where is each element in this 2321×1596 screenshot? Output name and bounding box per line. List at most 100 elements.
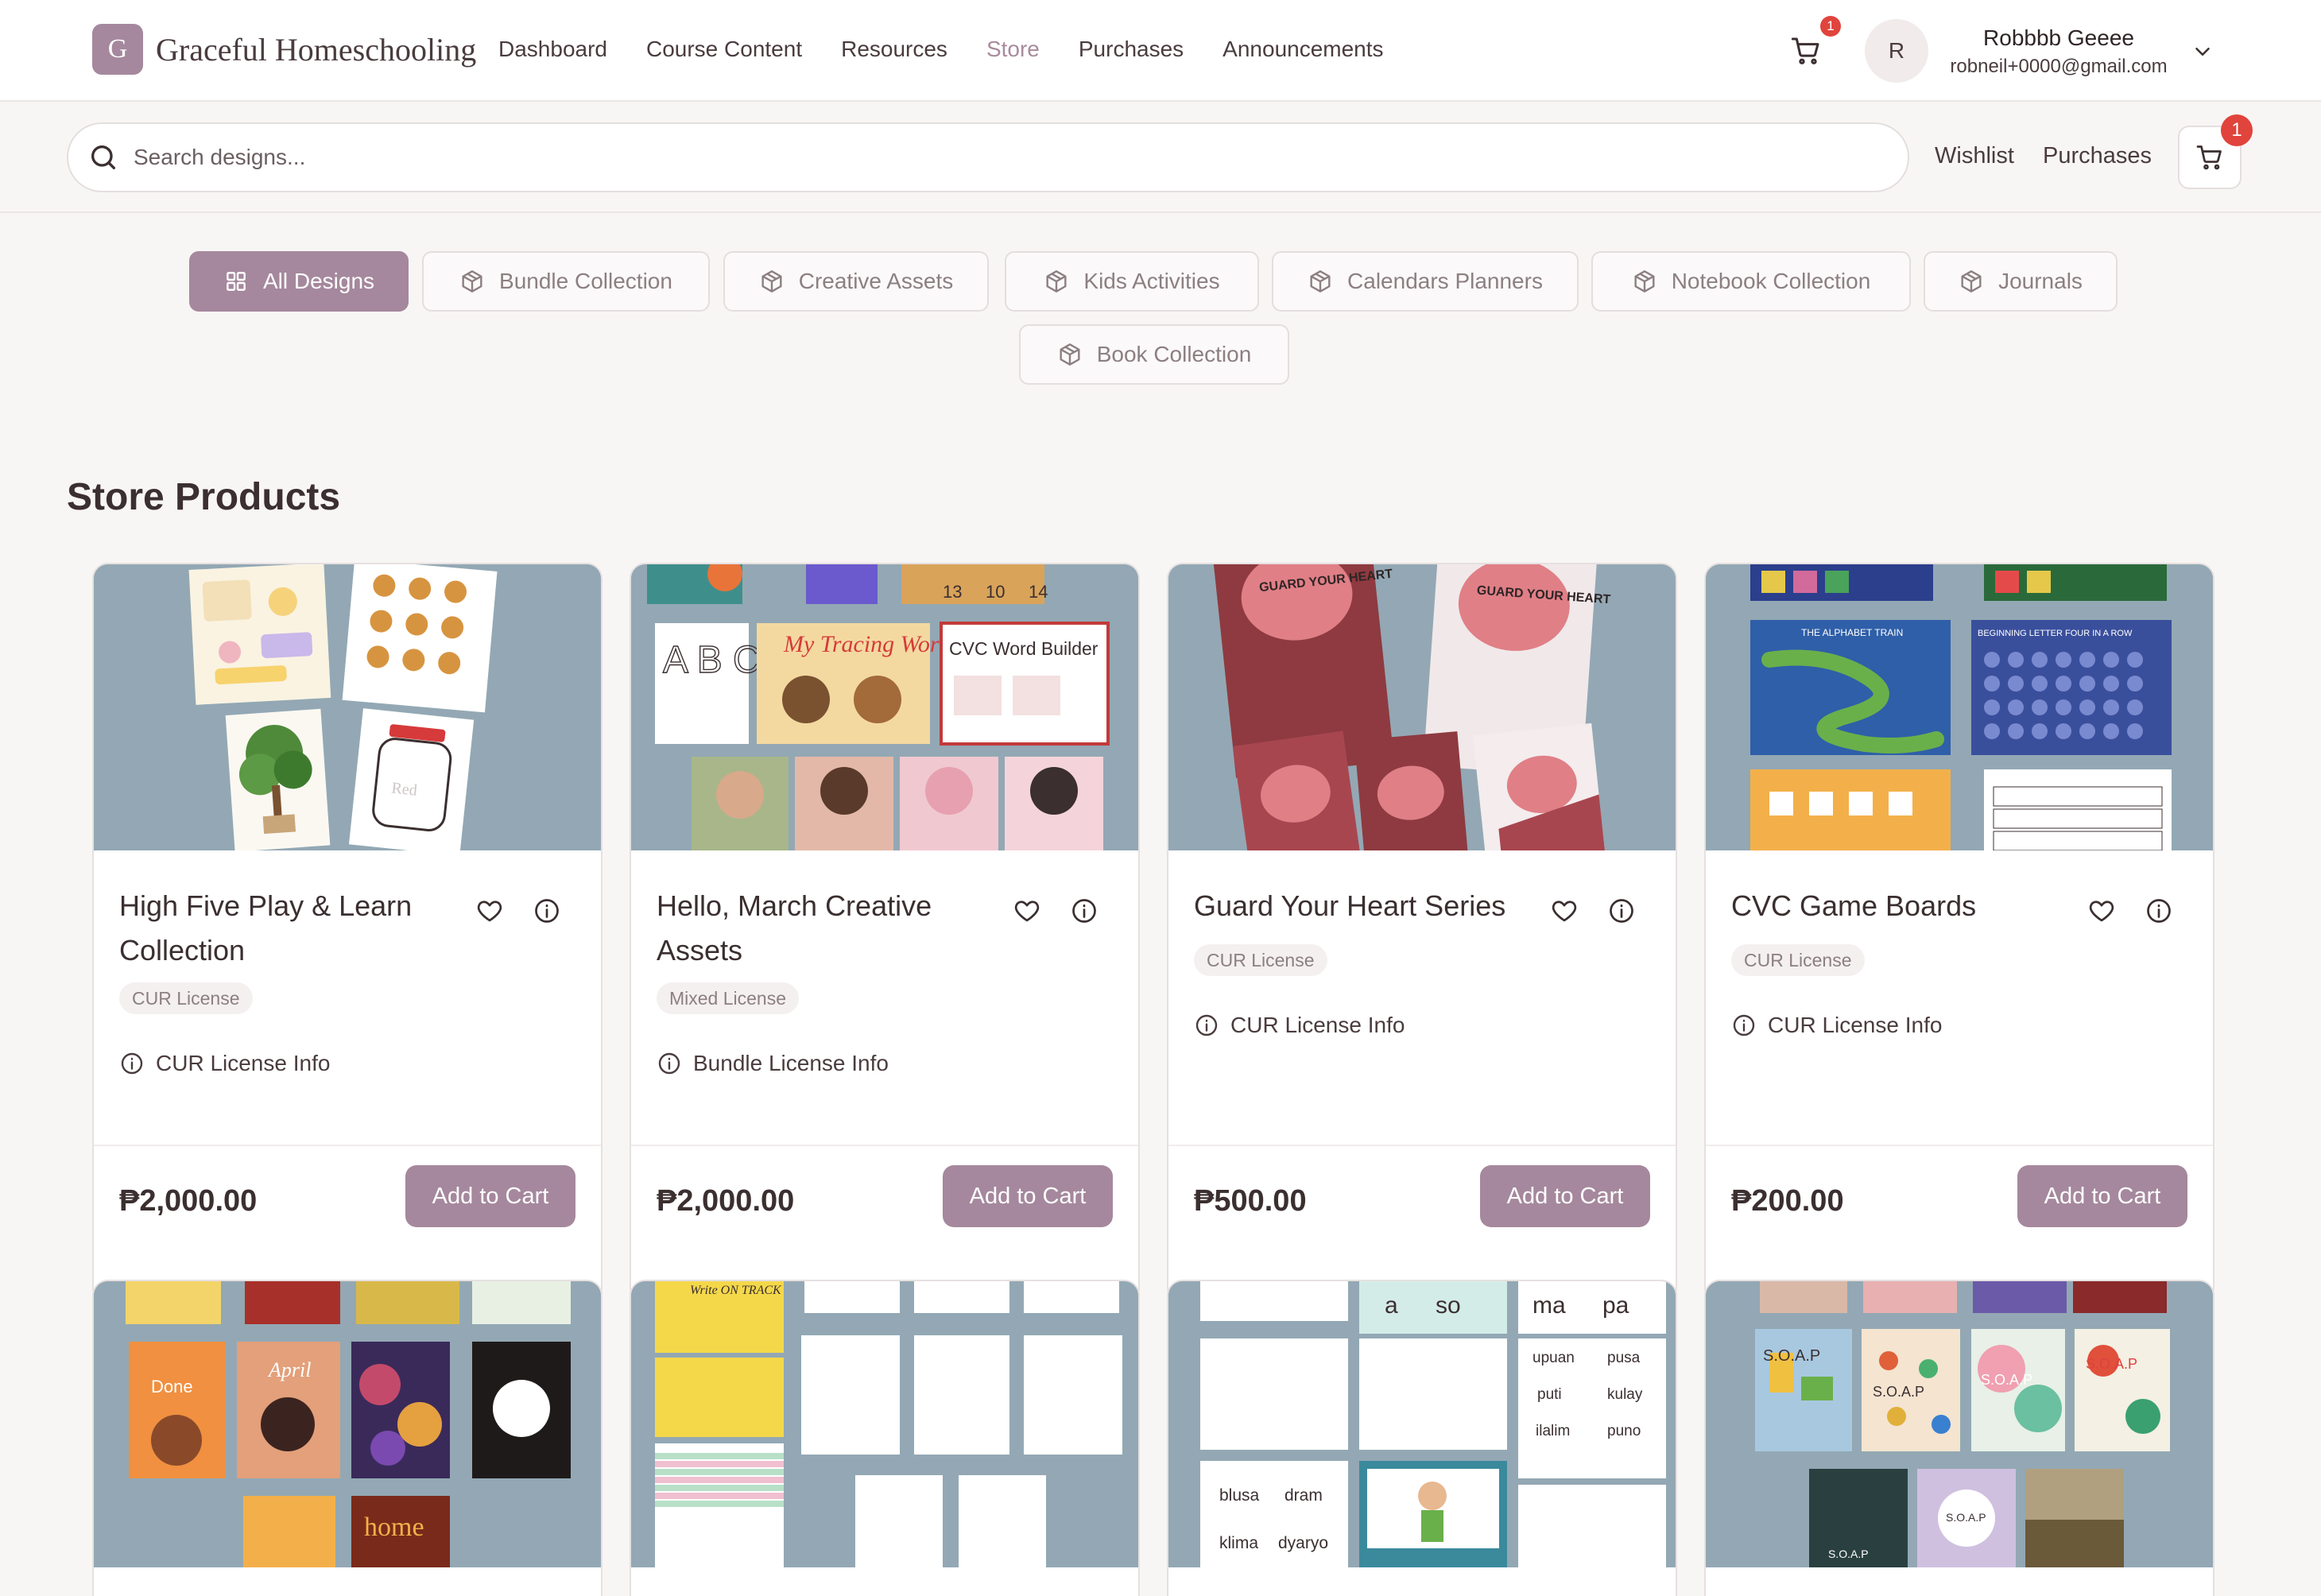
nav-purchases[interactable]: Purchases xyxy=(1079,37,1184,62)
product-card[interactable]: Write ON TRACK planner xyxy=(630,1280,1140,1596)
product-title[interactable]: High Five Play & Learn Collection xyxy=(119,884,469,973)
heart-icon[interactable] xyxy=(2087,897,2116,925)
license-info-label: CUR License Info xyxy=(1230,1013,1405,1037)
product-card[interactable]: S.O.A.P S.O.A.P S.O.A.P S.O.A.P S.O.A.P … xyxy=(1704,1280,2214,1596)
nav-store[interactable]: Store xyxy=(986,37,1040,62)
svg-text:home: home xyxy=(364,1513,424,1542)
main-nav: Dashboard Course Content Resources Store… xyxy=(498,37,1384,62)
category-label: Notebook Collection xyxy=(1671,269,1871,293)
info-icon xyxy=(1195,1014,1218,1036)
heart-icon[interactable] xyxy=(1550,897,1579,925)
product-card[interactable]: THE ALPHABET TRAIN BEGINNING LETTER FOUR… xyxy=(1704,563,2214,1304)
nav-cart-badge: 1 xyxy=(1820,16,1841,37)
svg-text:S.O.A.P: S.O.A.P xyxy=(1946,1511,1986,1524)
product-card[interactable]: a so ma pa upuan pusa puti kulay ilalim … xyxy=(1167,1280,1677,1596)
info-icon[interactable] xyxy=(2145,897,2173,925)
add-to-cart-button[interactable]: Add to Cart xyxy=(405,1165,575,1227)
category-book-collection[interactable]: Book Collection xyxy=(1019,324,1289,385)
svg-text:S.O.A.P: S.O.A.P xyxy=(2086,1356,2137,1372)
category-calendars-planners[interactable]: Calendars Planners xyxy=(1272,251,1579,312)
store-toolbar: Wishlist Purchases 1 xyxy=(0,103,2321,213)
license-info[interactable]: CUR License Info xyxy=(1194,1013,1405,1038)
nav-resources[interactable]: Resources xyxy=(841,37,947,62)
category-all-designs[interactable]: All Designs xyxy=(189,251,409,312)
info-icon[interactable] xyxy=(533,897,561,925)
purchases-link[interactable]: Purchases xyxy=(2043,143,2152,169)
product-thumbnail[interactable]: S.O.A.P S.O.A.P S.O.A.P S.O.A.P S.O.A.P … xyxy=(1706,1281,2213,1567)
category-journals[interactable]: Journals xyxy=(1924,251,2118,312)
product-thumbnail[interactable]: Done April home xyxy=(94,1281,601,1567)
brand[interactable]: G Graceful Homeschooling xyxy=(92,24,476,75)
product-image: Write ON TRACK planner xyxy=(631,1281,1138,1567)
add-to-cart-button[interactable]: Add to Cart xyxy=(943,1165,1113,1227)
info-icon[interactable] xyxy=(1607,897,1636,925)
info-icon[interactable] xyxy=(1070,897,1099,925)
category-bundle-collection[interactable]: Bundle Collection xyxy=(422,251,710,312)
svg-text:S.O.A.P: S.O.A.P xyxy=(1981,1372,2032,1388)
search-input[interactable] xyxy=(134,145,1803,170)
svg-text:BEGINNING LETTER FOUR IN A ROW: BEGINNING LETTER FOUR IN A ROW xyxy=(1978,629,2133,638)
svg-text:S.O.A.P: S.O.A.P xyxy=(1763,1347,1820,1365)
svg-text:ilalim: ilalim xyxy=(1536,1423,1570,1439)
user-name: Robbbb Geeee xyxy=(1983,25,2134,50)
info-icon xyxy=(658,1052,680,1075)
category-label: Creative Assets xyxy=(798,269,954,293)
product-title[interactable]: Hello, March Creative Assets xyxy=(657,884,1006,973)
package-icon xyxy=(462,270,482,292)
svg-text:dyaryo: dyaryo xyxy=(1278,1534,1328,1552)
product-thumbnail[interactable]: THE ALPHABET TRAIN BEGINNING LETTER FOUR… xyxy=(1706,564,2213,850)
package-icon xyxy=(1046,270,1067,292)
category-label: All Designs xyxy=(262,269,375,293)
license-info[interactable]: Bundle License Info xyxy=(657,1051,889,1076)
product-price: ₱500.00 xyxy=(1194,1184,1307,1218)
svg-text:klima: klima xyxy=(1219,1534,1258,1552)
category-creative-assets[interactable]: Creative Assets xyxy=(723,251,989,312)
nav-dashboard[interactable]: Dashboard xyxy=(498,37,607,62)
nav-course-content[interactable]: Course Content xyxy=(646,37,802,62)
product-card[interactable]: GUARD YOUR HEART GUARD YOUR HEART Guard … xyxy=(1167,563,1677,1304)
search-bar[interactable] xyxy=(67,122,1909,192)
info-icon xyxy=(1733,1014,1755,1036)
svg-text:pusa: pusa xyxy=(1607,1350,1641,1366)
top-navigation: G Graceful Homeschooling Dashboard Cours… xyxy=(0,0,2321,102)
product-card[interactable]: Red High Five Play & Learn Collection CU… xyxy=(92,563,603,1304)
wishlist-link[interactable]: Wishlist xyxy=(1935,143,2014,169)
product-price: ₱2,000.00 xyxy=(657,1184,795,1218)
product-thumbnail[interactable]: Red xyxy=(94,564,601,850)
cart-icon[interactable] xyxy=(1790,35,1822,67)
svg-text:blusa: blusa xyxy=(1219,1486,1260,1505)
product-thumbnail[interactable]: 13 10 14 A B C D My Tracing Workpad CVC … xyxy=(631,564,1138,850)
svg-text:Write ON TRACK: Write ON TRACK xyxy=(690,1284,782,1297)
product-image: THE ALPHABET TRAIN BEGINNING LETTER FOUR… xyxy=(1706,564,2213,850)
product-title[interactable]: CVC Game Boards xyxy=(1731,884,2081,928)
product-price: ₱200.00 xyxy=(1731,1184,1844,1218)
license-info[interactable]: CUR License Info xyxy=(1731,1013,1942,1038)
product-image: GUARD YOUR HEART GUARD YOUR HEART xyxy=(1168,564,1676,850)
add-to-cart-button[interactable]: Add to Cart xyxy=(2017,1165,2187,1227)
nav-announcements[interactable]: Announcements xyxy=(1222,37,1383,62)
category-label: Kids Activities xyxy=(1083,269,1220,293)
cart-icon xyxy=(2196,145,2222,170)
license-info[interactable]: CUR License Info xyxy=(119,1051,330,1076)
product-card[interactable]: Done April home xyxy=(92,1280,603,1596)
product-thumbnail[interactable]: a so ma pa upuan pusa puti kulay ilalim … xyxy=(1168,1281,1676,1567)
add-to-cart-button[interactable]: Add to Cart xyxy=(1480,1165,1650,1227)
product-thumbnail[interactable]: Write ON TRACK planner xyxy=(631,1281,1138,1567)
heart-icon[interactable] xyxy=(1013,897,1041,925)
product-title[interactable]: Guard Your Heart Series xyxy=(1194,884,1544,928)
category-notebook-collection[interactable]: Notebook Collection xyxy=(1591,251,1911,312)
divider xyxy=(1168,1145,1676,1146)
product-card[interactable]: 13 10 14 A B C D My Tracing Workpad CVC … xyxy=(630,563,1140,1304)
product-thumbnail[interactable]: GUARD YOUR HEART GUARD YOUR HEART xyxy=(1168,564,1676,850)
cart-badge: 1 xyxy=(2221,114,2253,146)
heart-icon[interactable] xyxy=(475,897,504,925)
svg-text:CVC Word Builder: CVC Word Builder xyxy=(949,638,1099,659)
svg-text:puti: puti xyxy=(1537,1386,1562,1403)
avatar[interactable]: R xyxy=(1865,19,1928,83)
divider xyxy=(94,1145,601,1146)
chevron-down-icon[interactable] xyxy=(2191,40,2214,64)
svg-text:April: April xyxy=(267,1358,311,1381)
svg-text:THE ALPHABET TRAIN: THE ALPHABET TRAIN xyxy=(1801,627,1903,638)
package-icon xyxy=(1060,343,1080,366)
category-kids-activities[interactable]: Kids Activities xyxy=(1005,251,1259,312)
